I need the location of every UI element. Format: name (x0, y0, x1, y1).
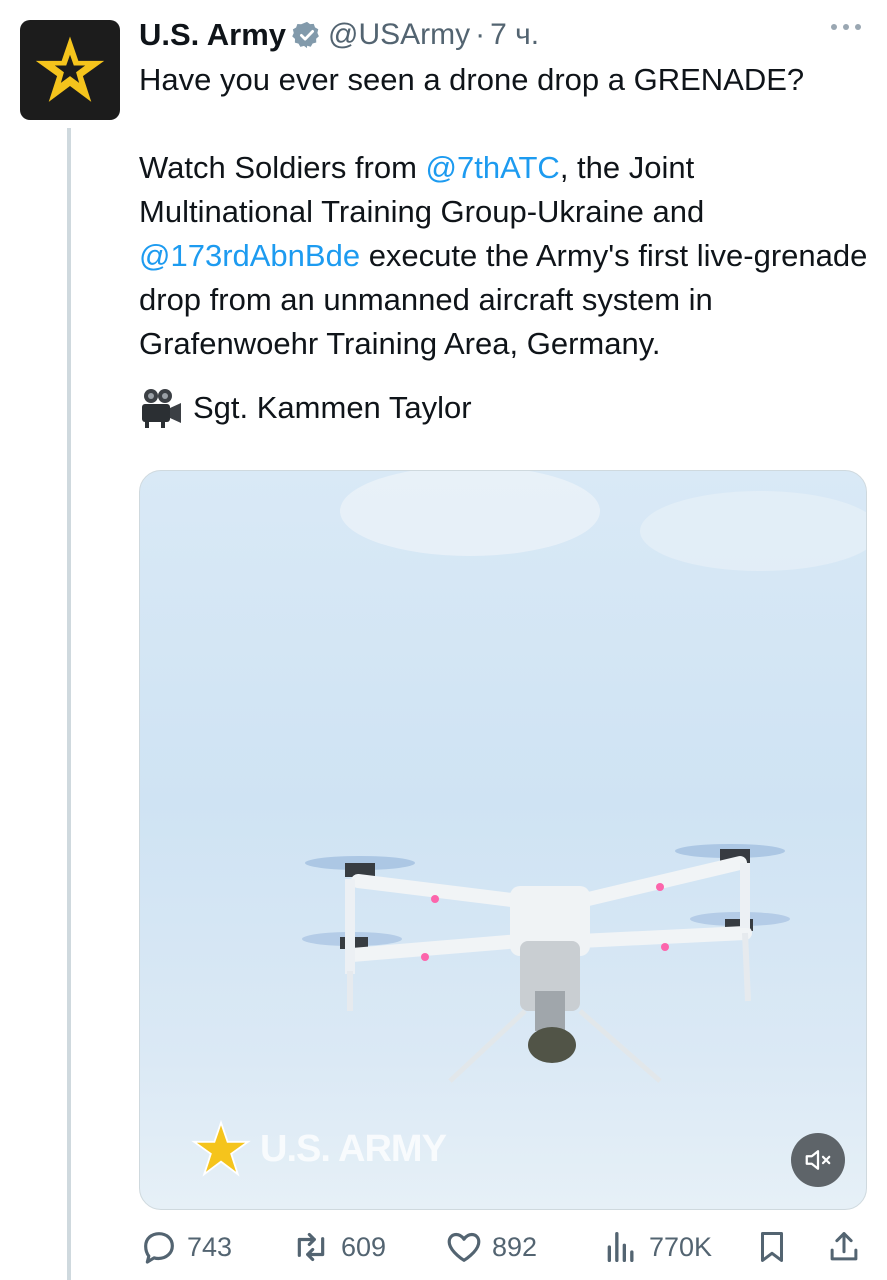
like-button[interactable]: 892 (444, 1222, 537, 1272)
tweet-text: Have you ever seen a drone drop a GRENAD… (139, 58, 874, 430)
tweet-header: U.S. Army @USArmy · 7 ч. (139, 14, 539, 56)
bookmark-button[interactable] (753, 1222, 799, 1272)
verified-badge-icon (292, 20, 322, 50)
bookmark-icon (760, 1232, 784, 1262)
author-name[interactable]: U.S. Army (139, 17, 286, 53)
mention-173rdabnbde[interactable]: @173rdAbnBde (139, 238, 360, 273)
thread-line (67, 128, 71, 1280)
star-logo-icon (35, 36, 105, 102)
tweet-paragraph-2: Watch Soldiers from @7thATC, the Joint M… (139, 146, 874, 366)
author-handle[interactable]: @USArmy (328, 18, 470, 52)
video-credit: Sgt. Kammen Taylor (139, 386, 874, 430)
timestamp[interactable]: 7 ч. (490, 18, 539, 52)
reply-icon (144, 1232, 174, 1264)
text-segment: Watch Soldiers from (139, 150, 426, 185)
movie-camera-icon (139, 386, 183, 430)
separator: · (475, 18, 486, 51)
share-icon (830, 1232, 858, 1261)
repost-count: 609 (341, 1231, 387, 1262)
repost-icon (297, 1232, 325, 1262)
bar-chart-icon (607, 1232, 634, 1262)
tweet-actions: 743 609 892 770K (139, 1222, 869, 1272)
avatar[interactable] (20, 20, 120, 120)
drone-image (302, 844, 790, 1083)
reply-button[interactable]: 743 (139, 1222, 232, 1272)
mention-7thatc[interactable]: @7thATC (426, 150, 560, 185)
army-watermark: U.S. ARMY (190, 1119, 447, 1179)
repost-button[interactable]: 609 (289, 1222, 386, 1272)
tweet-line-1: Have you ever seen a drone drop a GRENAD… (139, 62, 805, 97)
video-player[interactable]: U.S. ARMY (139, 470, 867, 1210)
mute-toggle-button[interactable] (791, 1133, 845, 1187)
heart-icon (447, 1232, 481, 1262)
star-watermark-icon (191, 1119, 251, 1177)
watermark-text: U.S. ARMY (260, 1127, 447, 1170)
drone-video-frame (302, 471, 866, 1083)
share-button[interactable] (825, 1222, 871, 1272)
speaker-muted-icon (805, 1150, 831, 1170)
credit-name: Sgt. Kammen Taylor (193, 390, 472, 425)
view-count: 770K (649, 1231, 713, 1262)
like-count: 892 (492, 1231, 538, 1262)
reply-count: 743 (187, 1231, 233, 1262)
views-button[interactable]: 770K (601, 1222, 712, 1272)
more-options-icon[interactable] (829, 20, 863, 39)
